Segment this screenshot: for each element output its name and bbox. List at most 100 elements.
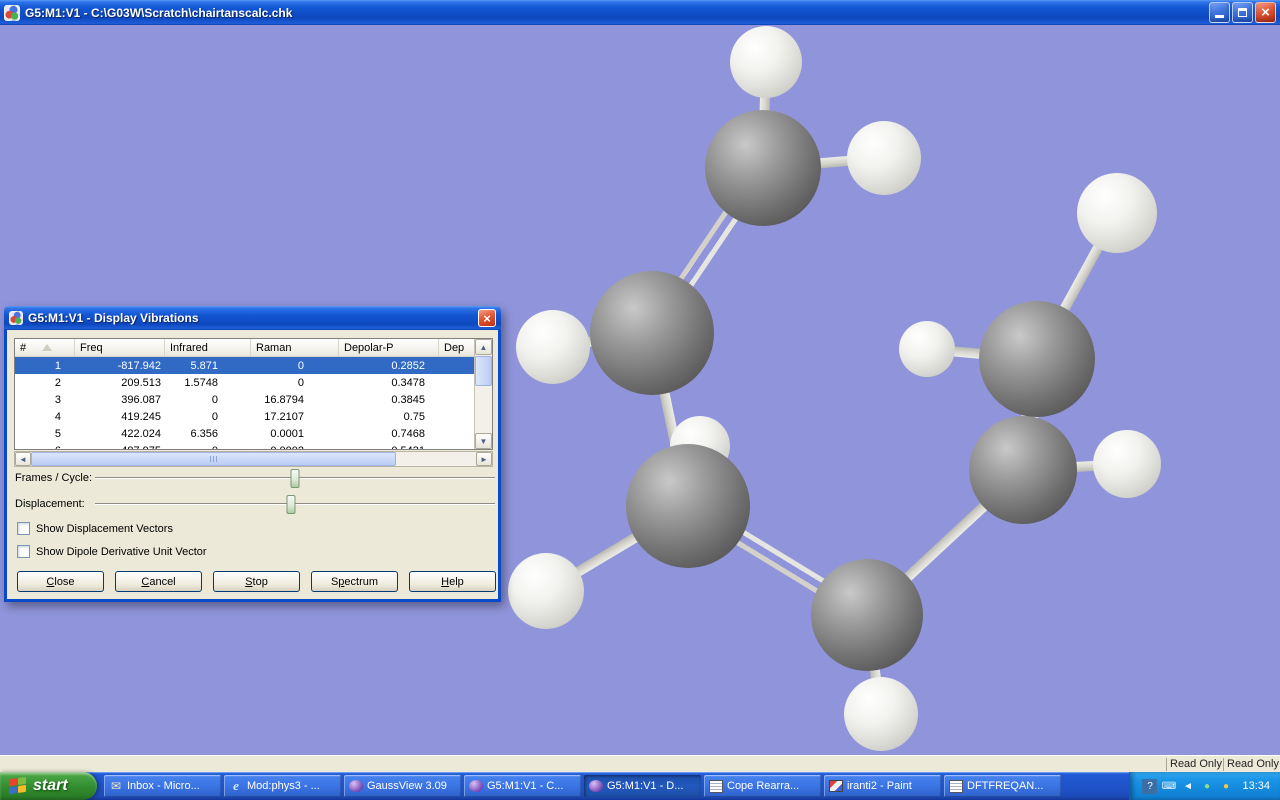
displacement-slider-thumb[interactable] [287,495,296,514]
volume-tray-icon[interactable]: ◄ [1180,779,1195,794]
hydrogen-atom[interactable] [847,121,921,195]
column-header-raman[interactable]: Raman [251,339,339,356]
taskbar-button-dftfreqan[interactable]: DFTFREQAN... [944,775,1061,797]
cell: 1.5748 [165,377,251,389]
show-displacement-vectors-checkbox[interactable]: Show Displacement Vectors [17,522,173,535]
cell: 0.0001 [251,428,339,440]
frames-per-cycle-slider[interactable] [95,477,495,479]
vibration-row-1[interactable]: 1-817.9425.87100.2852 [15,357,474,374]
carbon-atom[interactable] [705,110,821,226]
checkbox-label: Show Dipole Derivative Unit Vector [36,546,207,558]
taskbar-button-gaussview-3-09[interactable]: GaussView 3.09 [344,775,461,797]
checkbox-icon [17,522,30,535]
vibration-row-5[interactable]: 5422.0246.3560.00010.7468 [15,425,474,442]
taskbar-button-iranti2-paint[interactable]: iranti2 - Paint [824,775,941,797]
column-header--[interactable]: # [15,339,75,356]
hydrogen-atom[interactable] [516,310,590,384]
taskbar-button-mod-phys3[interactable]: eMod:phys3 - ... [224,775,341,797]
gaussview-icon [469,780,483,792]
carbon-atom[interactable] [626,444,750,568]
vibrations-table: #FreqInfraredRamanDepolar-PDep 1-817.942… [14,338,493,450]
display-vibrations-dialog: G5:M1:V1 - Display Vibrations × #FreqInf… [4,306,501,602]
horizontal-scroll-thumb[interactable] [31,452,396,466]
messenger-tray-icon[interactable]: ● [1218,779,1233,794]
vibration-row-6[interactable]: 6487.97500.00020.5431 [15,442,474,449]
carbon-atom[interactable] [969,416,1077,524]
taskbar-button-g5-m1-v1-c[interactable]: G5:M1:V1 - C... [464,775,581,797]
close-button[interactable]: Close [17,571,104,592]
dialog-titlebar[interactable]: G5:M1:V1 - Display Vibrations × [4,306,501,330]
close-window-button[interactable]: × [1255,2,1276,23]
stop-button[interactable]: Stop [213,571,300,592]
hydrogen-atom[interactable] [844,677,918,751]
taskbar-button-inbox-micro[interactable]: ✉Inbox - Micro... [104,775,221,797]
language-tray-icon[interactable]: ? [1142,779,1157,794]
column-header-infrared[interactable]: Infrared [165,339,251,356]
keyboard-tray-icon[interactable]: ⌨ [1161,779,1176,794]
carbon-atom[interactable] [590,271,714,395]
scroll-up-button[interactable]: ▲ [475,339,492,355]
start-button[interactable]: start [0,772,97,800]
carbon-atom[interactable] [979,301,1095,417]
column-header-depolar-p[interactable]: Depolar-P [339,339,439,356]
vibration-row-2[interactable]: 2209.5131.574800.3478 [15,374,474,391]
molecule-viewport[interactable]: G5:M1:V1 - Display Vibrations × #FreqInf… [0,25,1280,755]
vertical-scroll-thumb[interactable] [475,356,492,386]
restore-button[interactable] [1232,2,1253,23]
cell: 5.871 [165,360,251,372]
cell: 6.356 [165,428,251,440]
scroll-left-button[interactable]: ◄ [15,452,31,466]
cell: 1 [15,360,75,372]
cell: -817.942 [75,360,165,372]
cell: 0.5431 [339,445,439,450]
read-only-status-2: Read Only [1223,758,1280,771]
restore-icon [1238,8,1247,17]
column-header-freq[interactable]: Freq [75,339,165,356]
desktop: G5:M1:V1 - C:\G03W\Scratch\chairtanscalc… [0,0,1280,800]
help-button[interactable]: Help [409,571,496,592]
antivirus-tray-icon[interactable]: ● [1199,779,1214,794]
hydrogen-atom[interactable] [899,321,955,377]
dialog-close-button[interactable]: × [478,309,496,327]
doc-icon [709,780,723,793]
displacement-slider[interactable] [95,503,495,505]
vibration-row-4[interactable]: 4419.245017.21070.75 [15,408,474,425]
cell: 209.513 [75,377,165,389]
gaussview-app-icon [4,5,20,21]
status-message-area [0,756,1166,772]
read-only-status-1: Read Only [1166,758,1223,771]
table-horizontal-scrollbar[interactable]: ◄ ► [14,451,493,467]
taskbar-button-g5-m1-v1-d[interactable]: G5:M1:V1 - D... [584,775,701,797]
carbon-atom[interactable] [811,559,923,671]
status-bar: Read Only Read Only [0,755,1280,772]
main-window-title: G5:M1:V1 - C:\G03W\Scratch\chairtanscalc… [25,6,1204,20]
cell: 0 [251,377,339,389]
table-vertical-scrollbar[interactable]: ▲ ▼ [474,339,492,449]
show-dipole-derivative-checkbox[interactable]: Show Dipole Derivative Unit Vector [17,545,207,558]
column-header-dep[interactable]: Dep [439,339,474,356]
cell: 0 [165,394,251,406]
hydrogen-atom[interactable] [730,26,802,98]
taskbar-buttons: ✉Inbox - Micro...eMod:phys3 - ... GaussVi… [97,772,1129,800]
taskbar-button-cope-rearra[interactable]: Cope Rearra... [704,775,821,797]
horizontal-scroll-track[interactable] [31,452,476,466]
gaussview-icon [349,780,363,792]
frames-slider-thumb[interactable] [291,469,300,488]
tray-icon-area: ? ⌨ ◄ ● ● [1142,779,1233,794]
taskbar: start ✉Inbox - Micro...eMod:phys3 - ... G… [0,772,1280,800]
hydrogen-atom[interactable] [508,553,584,629]
paint-icon [829,780,843,792]
hydrogen-atom[interactable] [1077,173,1157,253]
cell: 5 [15,428,75,440]
hydrogen-atom[interactable] [1093,430,1161,498]
cancel-button[interactable]: Cancel [115,571,202,592]
vibration-row-3[interactable]: 3396.087016.87940.3845 [15,391,474,408]
vertical-scroll-track[interactable] [475,355,492,433]
minimize-button[interactable] [1209,2,1230,23]
scroll-right-button[interactable]: ► [476,452,492,466]
spectrum-button[interactable]: Spectrum [311,571,398,592]
scroll-down-button[interactable]: ▼ [475,433,492,449]
ie-icon: e [229,779,243,793]
task-label: iranti2 - Paint [847,780,912,792]
task-label: GaussView 3.09 [367,780,447,792]
